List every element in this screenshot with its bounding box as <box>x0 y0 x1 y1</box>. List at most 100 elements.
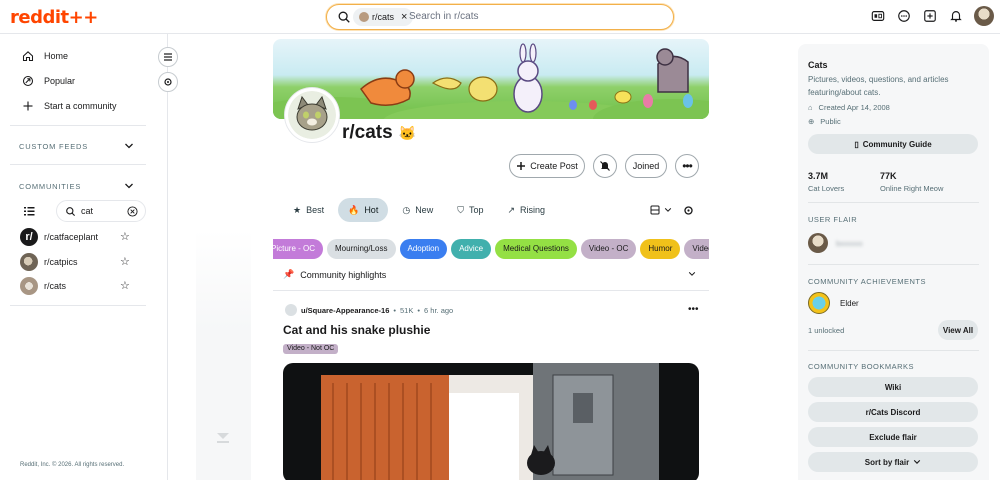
tab-new[interactable]: ◷ New <box>392 198 443 222</box>
user-avatar[interactable] <box>974 6 994 26</box>
tab-hot[interactable]: 🔥 Hot <box>338 198 389 222</box>
nav-start-community[interactable]: Start a community <box>22 100 117 112</box>
communities-title[interactable]: COMMUNITIES <box>19 182 81 191</box>
star-icon[interactable]: ☆ <box>120 279 130 292</box>
create-post-button[interactable]: Create Post <box>509 154 585 178</box>
tab-top[interactable]: ⛉ Top <box>447 198 493 222</box>
home-icon <box>22 50 34 62</box>
visibility: ⊕ Public <box>808 117 841 126</box>
flair-filter-row: Picture - OC Mourning/Loss Adoption Advice M… <box>273 239 709 259</box>
star-icon[interactable]: ☆ <box>120 255 130 268</box>
community-item[interactable]: r/catpics ☆ <box>20 253 130 271</box>
bookmarks-title: COMMUNITY BOOKMARKS <box>808 362 915 371</box>
community-mini-avatar <box>359 12 369 22</box>
post-video[interactable] <box>283 363 699 480</box>
community-guide-button[interactable]: ▯ Community Guide <box>808 134 978 154</box>
nav-popular[interactable]: Popular <box>22 75 75 87</box>
star-icon: ★ <box>293 204 302 215</box>
bookmark-sort-by-flair-button[interactable]: Sort by flair <box>808 452 978 472</box>
chevron-down-icon <box>914 460 921 464</box>
divider <box>808 350 979 351</box>
post-score: 51K <box>400 305 414 315</box>
members-count: 3.7M <box>808 171 829 181</box>
star-icon[interactable]: ☆ <box>120 230 130 243</box>
flair-chip[interactable]: Video - Not OC <box>684 239 709 259</box>
create-post-label: Create Post <box>530 161 578 171</box>
chevron-down-icon[interactable] <box>688 270 696 278</box>
menu-toggle-button[interactable] <box>158 47 178 67</box>
members-label: Cat Lovers <box>808 184 845 193</box>
user-flair-row[interactable]: bxxxxxx <box>808 233 863 253</box>
notifications-toggle-button[interactable] <box>593 154 617 178</box>
nav-home[interactable]: Home <box>22 50 68 62</box>
flair-track: Picture - OC Mourning/Loss Adoption Advice M… <box>273 239 709 259</box>
flair-chip[interactable]: Advice <box>451 239 492 259</box>
view-all-button[interactable]: View All <box>938 320 978 340</box>
unlocked-count: 1 unlocked <box>808 326 845 335</box>
search-icon <box>66 207 76 217</box>
notification-bell-icon[interactable] <box>948 8 964 24</box>
top-header: reddit++ r/cats × Search in r/cats <box>0 0 1000 34</box>
community-avatar-large <box>285 88 339 142</box>
chevron-down-icon <box>664 208 672 212</box>
user-flair-title: USER FLAIR <box>808 215 858 224</box>
create-post-icon[interactable] <box>922 8 938 24</box>
more-options-button[interactable]: ••• <box>675 154 699 178</box>
clear-icon[interactable] <box>127 206 138 217</box>
search-bar[interactable]: r/cats × Search in r/cats <box>326 4 674 30</box>
popular-icon <box>22 75 34 87</box>
reddit-logo[interactable]: reddit++ <box>10 7 98 28</box>
chevron-down-icon[interactable] <box>124 181 134 191</box>
close-icon[interactable]: × <box>401 8 407 26</box>
flair-chip[interactable]: Mourning/Loss <box>327 239 396 259</box>
flair-chip[interactable]: Medical Questions <box>495 239 577 259</box>
search-chip-label: r/cats <box>372 12 395 22</box>
bookmark-exclude-flair-button[interactable]: Exclude flair <box>808 427 978 447</box>
card-view-icon <box>650 205 660 215</box>
search-community-chip[interactable]: r/cats × <box>353 8 414 26</box>
bookmark-wiki-button[interactable]: Wiki <box>808 377 978 397</box>
chevron-down-icon[interactable] <box>124 141 134 151</box>
post-flair[interactable]: Video - Not OC <box>283 344 339 354</box>
filter-value: cat <box>81 206 94 216</box>
flair-chip[interactable]: Adoption <box>399 239 448 259</box>
community-description: Pictures, videos, questions, and article… <box>808 75 949 97</box>
flair-chip[interactable]: Picture - OC <box>273 239 324 259</box>
online-label: Online Right Meow <box>880 184 944 193</box>
list-view-icon[interactable] <box>24 206 35 216</box>
community-highlights[interactable]: 📌 Community highlights <box>283 269 386 280</box>
flair-chip[interactable]: Video - OC <box>580 239 637 259</box>
avatar <box>808 233 828 253</box>
cake-icon: ⌂ <box>808 103 813 112</box>
settings-button[interactable] <box>158 72 178 92</box>
nav-label: Start a community <box>44 101 117 111</box>
custom-feeds-title[interactable]: CUSTOM FEEDS <box>19 142 88 151</box>
community-avatar <box>20 253 38 271</box>
bookmark-discord-button[interactable]: r/Cats Discord <box>808 402 978 422</box>
plus-icon <box>517 162 526 170</box>
tab-best[interactable]: ★ Best <box>283 198 334 222</box>
divider <box>808 202 979 203</box>
divider <box>10 125 146 126</box>
trending-icon: ↗ <box>507 204 516 215</box>
tab-label: Rising <box>520 205 546 215</box>
flame-icon: 🔥 <box>348 204 360 215</box>
achievement-item[interactable]: Elder <box>808 292 859 314</box>
ads-icon[interactable] <box>870 8 886 24</box>
user-avatar-icon[interactable] <box>285 304 297 316</box>
post-title[interactable]: Cat and his snake plushie <box>283 323 430 337</box>
view-mode-button[interactable] <box>650 205 672 215</box>
community-filter-input[interactable]: cat <box>56 200 146 222</box>
community-item[interactable]: r/cats ☆ <box>20 277 130 295</box>
tab-rising[interactable]: ↗ Rising <box>497 198 555 222</box>
chat-icon[interactable] <box>896 8 912 24</box>
post-more-icon[interactable]: ••• <box>688 304 699 315</box>
gear-icon[interactable] <box>683 205 694 216</box>
joined-button[interactable]: Joined <box>625 154 667 178</box>
community-item[interactable]: r/ r/catfaceplant ☆ <box>20 228 130 246</box>
scroll-down-icon[interactable] <box>214 430 232 444</box>
nav-label: Home <box>44 51 69 61</box>
post-author[interactable]: u/Square-Appearance-16 <box>301 306 389 315</box>
tab-label: Top <box>468 205 484 215</box>
flair-chip[interactable]: Humor <box>640 239 681 259</box>
